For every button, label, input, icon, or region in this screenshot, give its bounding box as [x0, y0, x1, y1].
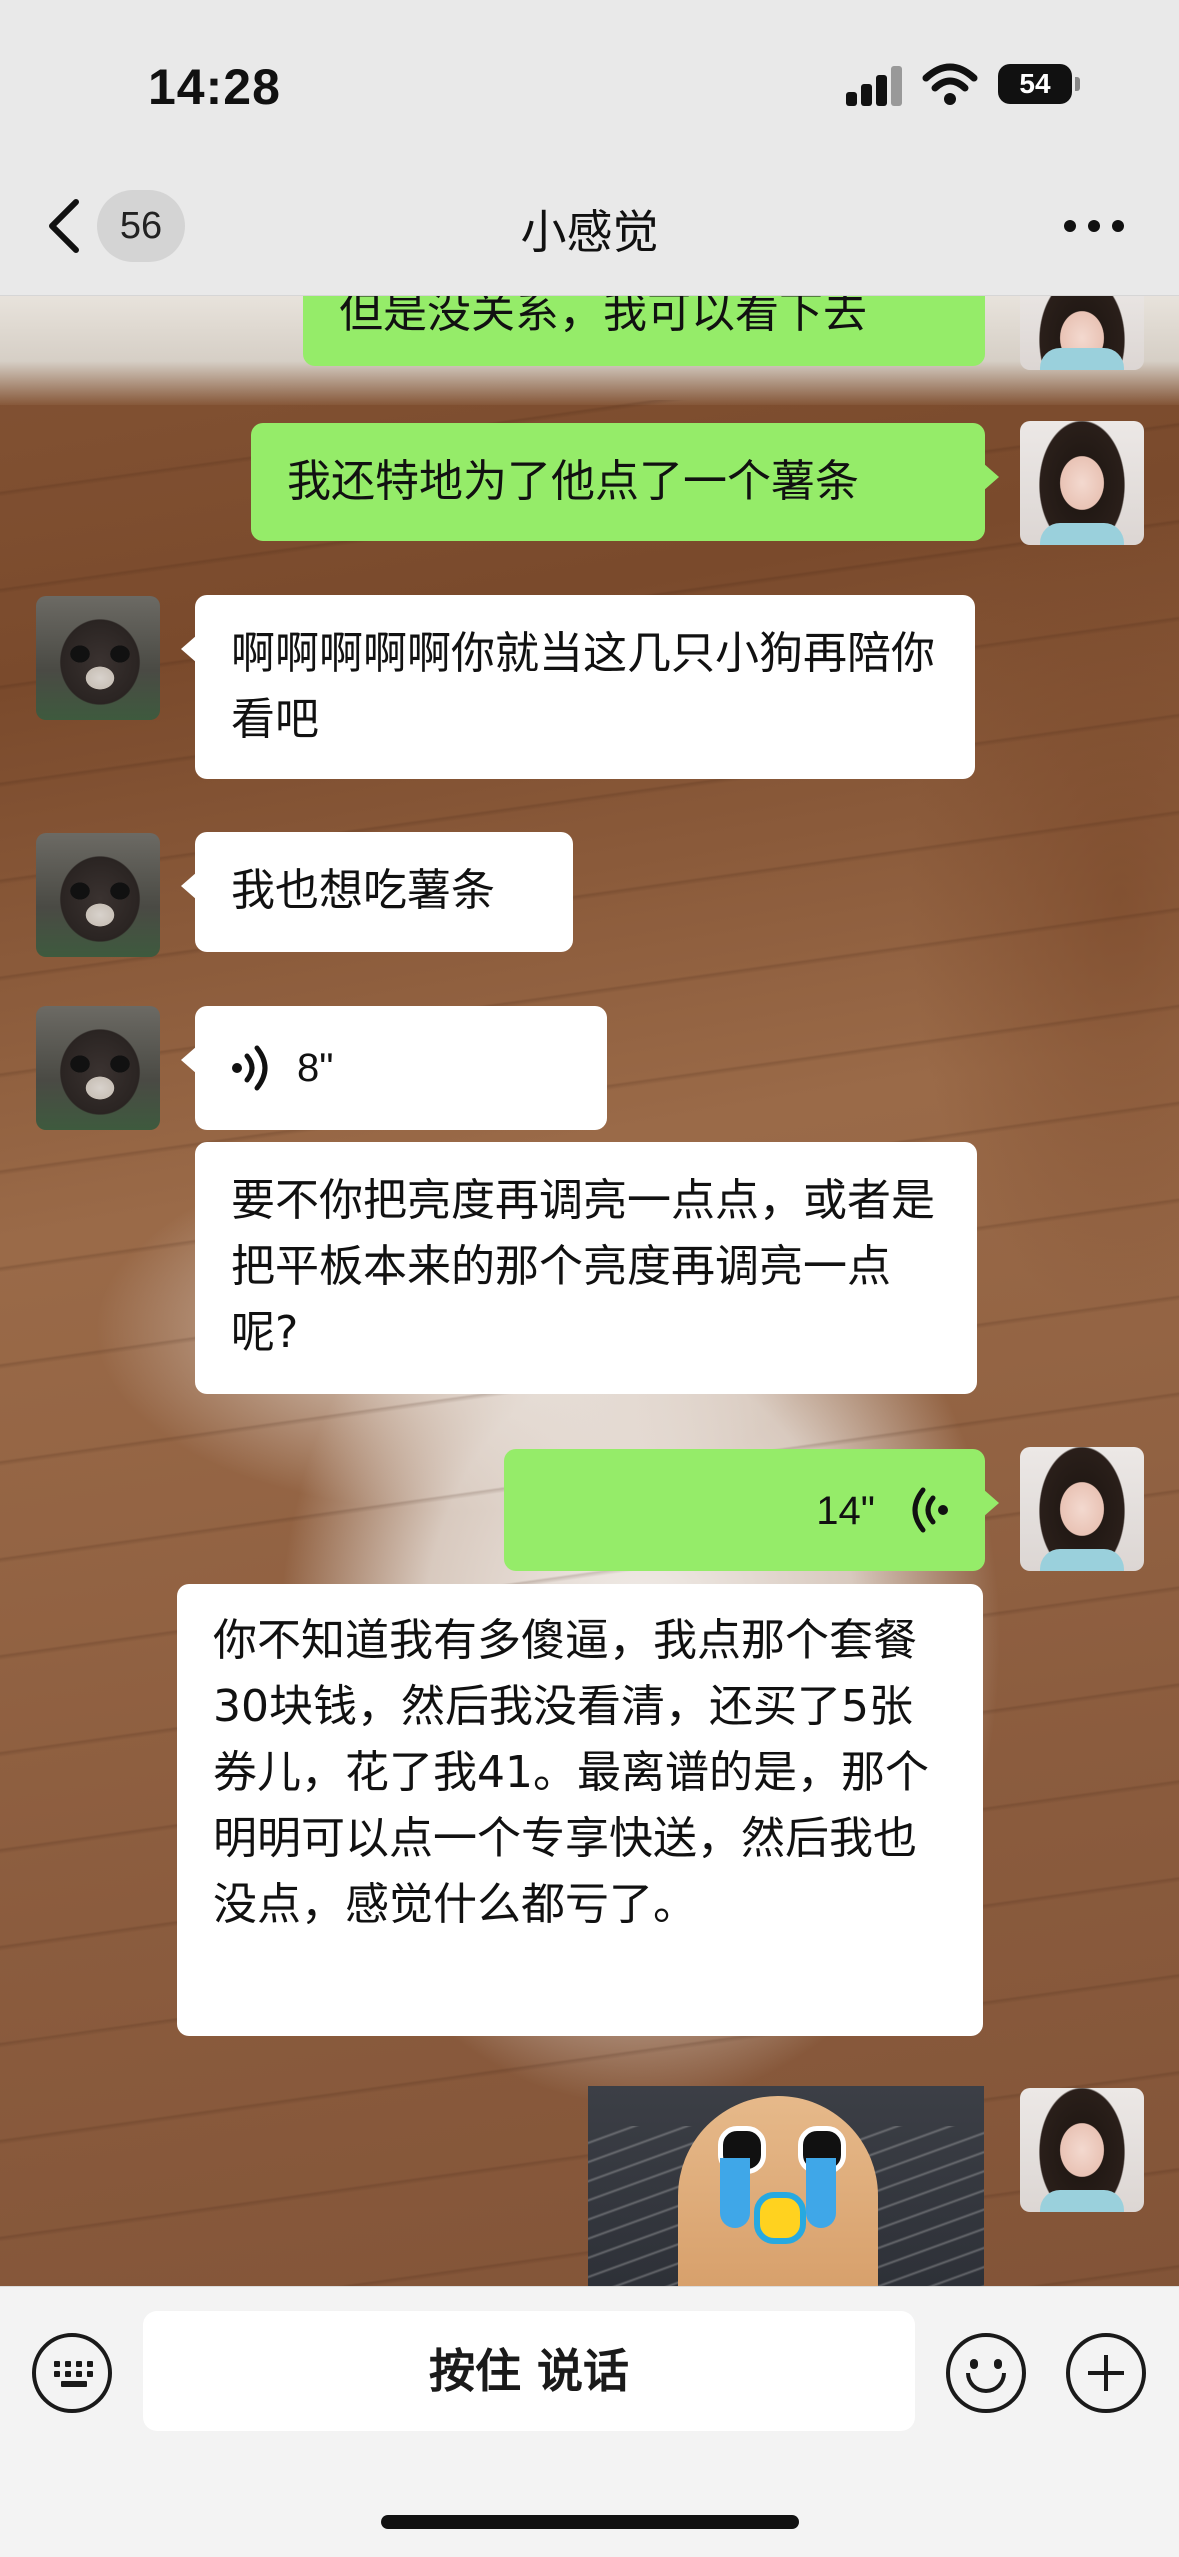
- avatar-contact[interactable]: [36, 833, 160, 957]
- cellular-signal-icon: [846, 66, 904, 106]
- voice-duration: 8": [297, 1046, 334, 1090]
- message-text: 但是没关系，我可以看下去: [339, 296, 867, 338]
- message-bubble-incoming[interactable]: 要不你把亮度再调亮一点点，或者是把平板本来的那个亮度再调亮一点呢?: [195, 1142, 977, 1394]
- voice-duration: 14": [816, 1489, 875, 1533]
- battery-tip: [1075, 77, 1080, 91]
- crying-dog-sticker[interactable]: [588, 2086, 984, 2296]
- avatar-me[interactable]: [1020, 421, 1144, 545]
- voice-wave-icon: [232, 1045, 268, 1091]
- emoji-icon[interactable]: [946, 2333, 1026, 2413]
- message-text: 我也想吃薯条: [231, 865, 495, 916]
- plus-icon[interactable]: [1066, 2333, 1146, 2413]
- avatar-me[interactable]: [1020, 2088, 1144, 2212]
- voice-message-incoming[interactable]: 8": [181, 1006, 607, 1130]
- message-bubble-incoming[interactable]: 我也想吃薯条: [181, 832, 573, 952]
- message-bubble-incoming[interactable]: 啊啊啊啊啊你就当这几只小狗再陪你看吧: [181, 595, 975, 779]
- chat-title: 小感觉: [520, 205, 659, 259]
- message-list[interactable]: 但是没关系，我可以看下去 我还特地为了他点了一个薯条 啊啊啊啊啊你就当这几只小狗…: [0, 296, 1179, 2286]
- hold-to-talk-button[interactable]: 按住 说话: [143, 2311, 915, 2431]
- message-text: 啊啊啊啊啊你就当这几只小狗再陪你看吧: [231, 628, 935, 745]
- message-bubble-transcription[interactable]: 你不知道我有多傻逼，我点那个套餐30块钱，然后我没看清，还买了5张券儿，花了我4…: [177, 1584, 983, 2036]
- message-text: 我还特地为了他点了一个薯条: [287, 456, 859, 507]
- battery-icon: 54: [998, 64, 1072, 104]
- avatar-me[interactable]: [1020, 1447, 1144, 1571]
- top-bar: 14:28 54 56 小感觉: [0, 0, 1179, 296]
- avatar-contact[interactable]: [36, 1006, 160, 1130]
- avatar-me[interactable]: [1020, 296, 1144, 370]
- avatar-contact[interactable]: [36, 596, 160, 720]
- keyboard-icon[interactable]: [32, 2333, 112, 2413]
- voice-wave-icon: [912, 1487, 948, 1533]
- message-bubble-outgoing[interactable]: 但是没关系，我可以看下去: [303, 296, 985, 366]
- wifi-icon: [922, 63, 978, 105]
- message-bubble-outgoing[interactable]: 我还特地为了他点了一个薯条: [251, 423, 999, 541]
- message-text: 你不知道我有多傻逼，我点那个套餐30块钱，然后我没看清，还买了5张券儿，花了我4…: [213, 1615, 929, 1930]
- voice-message-outgoing[interactable]: 14": [504, 1449, 999, 1571]
- message-text: 要不你把亮度再调亮一点点，或者是把平板本来的那个亮度再调亮一点呢?: [231, 1175, 935, 1358]
- status-time: 14:28: [148, 59, 281, 115]
- more-icon[interactable]: [1064, 220, 1124, 234]
- home-indicator[interactable]: [381, 2515, 799, 2529]
